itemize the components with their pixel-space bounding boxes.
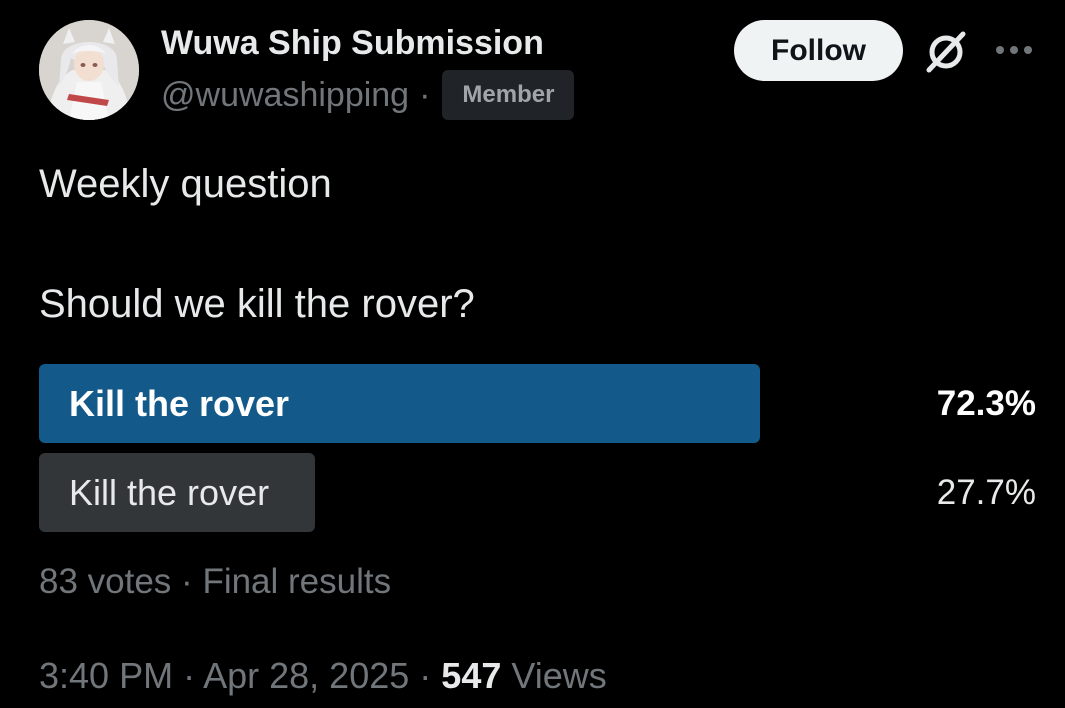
poll-summary-separator: ·	[181, 562, 193, 601]
post-time[interactable]: 3:40 PM	[39, 655, 173, 696]
post-metadata: 3:40 PM · Apr 28, 2025 · 547 Views	[39, 655, 607, 697]
meta-separator: ·	[419, 655, 432, 696]
anime-character-avatar-icon	[39, 20, 139, 120]
more-dots-icon[interactable]	[992, 38, 1036, 62]
poll-summary: 83 votes · Final results	[39, 562, 391, 602]
poll-option-2: Kill the rover 27.7%	[39, 453, 1036, 532]
author-handle[interactable]: @wuwashipping	[161, 76, 409, 115]
post-text-line-2: Should we kill the rover?	[39, 282, 475, 326]
meta-separator: ·	[183, 655, 196, 696]
poll-votes: 83 votes	[39, 562, 172, 601]
author-display-name[interactable]: Wuwa Ship Submission	[161, 24, 544, 63]
views-count[interactable]: 547	[441, 655, 501, 696]
author-handle-row: @wuwashipping · Member	[161, 70, 575, 120]
poll-option-1: Kill the rover 72.3%	[39, 364, 1036, 443]
handle-separator: ·	[419, 75, 431, 114]
poll-option-percent: 72.3%	[936, 383, 1036, 423]
post-date[interactable]: Apr 28, 2025	[203, 655, 409, 696]
poll-option-percent: 27.7%	[936, 472, 1036, 512]
views-label: Views	[511, 655, 607, 696]
member-badge[interactable]: Member	[442, 70, 575, 120]
follow-button[interactable]: Follow	[734, 20, 903, 81]
post-text-line-1: Weekly question	[39, 162, 332, 206]
poll-option-label: Kill the rover	[69, 382, 290, 424]
poll-status: Final results	[202, 562, 392, 601]
grok-slash-icon[interactable]	[922, 26, 972, 76]
avatar[interactable]	[39, 20, 139, 120]
poll-option-label: Kill the rover	[69, 471, 270, 513]
